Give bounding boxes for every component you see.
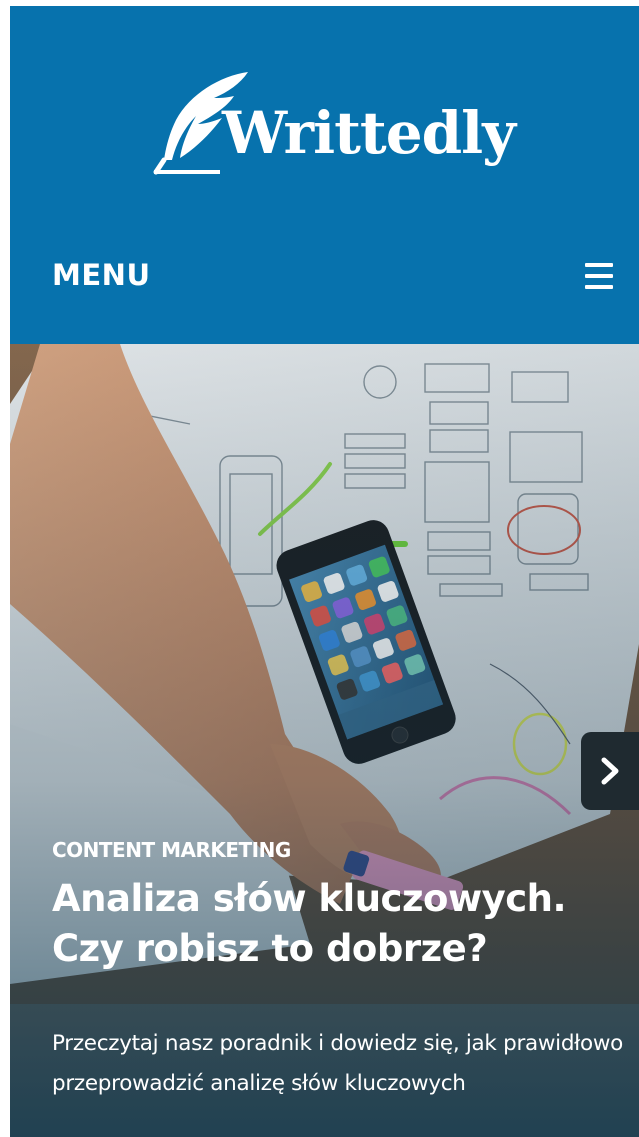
menu-label[interactable]: MENU [52, 258, 151, 292]
site-frame: Writtedly MENU CONTENT MARKETING Analiza… [10, 6, 639, 1137]
logo-wordmark: Writtedly [222, 99, 516, 167]
chevron-right-icon [601, 757, 619, 785]
hero-slider: CONTENT MARKETING Analiza słów kluczowyc… [10, 344, 639, 1137]
hamburger-icon[interactable] [585, 263, 613, 289]
hero-background-image [10, 344, 639, 1137]
post-title[interactable]: Analiza słów kluczowych. Czy robisz to d… [52, 874, 632, 974]
site-logo[interactable]: Writtedly [150, 68, 520, 178]
page: Writtedly MENU CONTENT MARKETING Analiza… [0, 0, 639, 1137]
next-slide-button[interactable] [581, 732, 639, 810]
site-header: Writtedly MENU [10, 6, 639, 344]
post-category-link[interactable]: CONTENT MARKETING [52, 838, 291, 862]
post-excerpt: Przeczytaj nasz poradnik i dowiedz się, … [52, 1031, 623, 1096]
